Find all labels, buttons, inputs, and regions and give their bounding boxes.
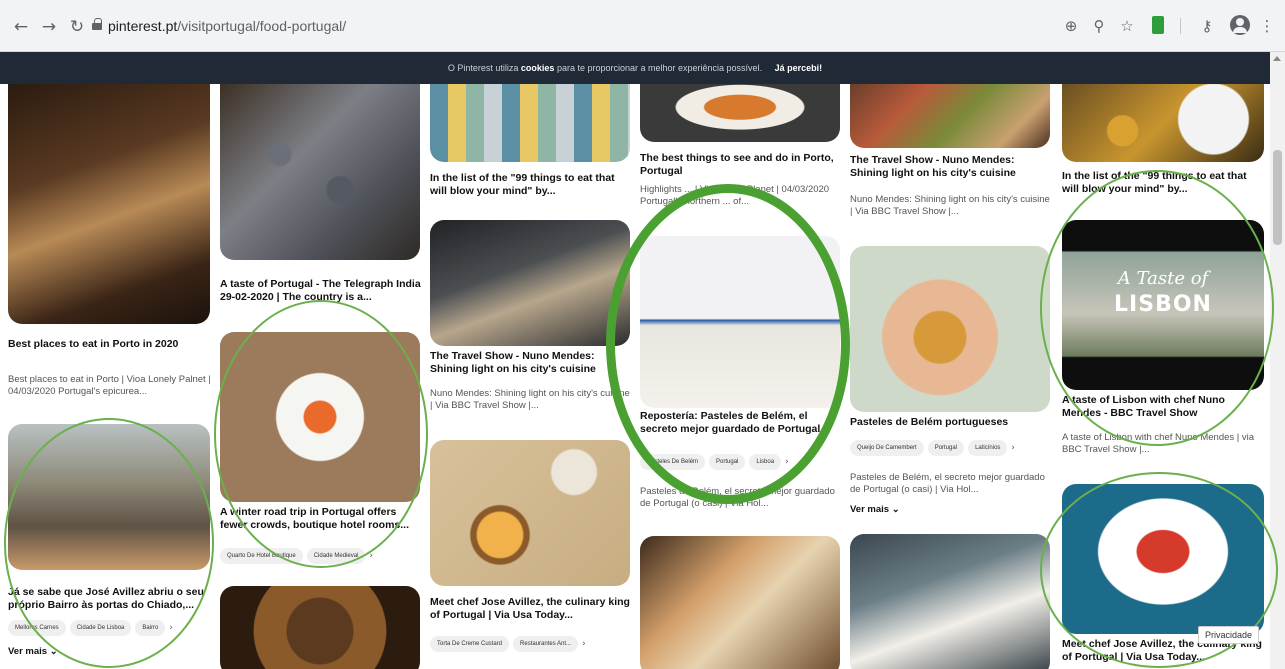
pin-title[interactable]: Já se sabe que José Avillez abriu o seu … [8, 586, 212, 612]
url-path: /visitportugal/food-portugal/ [177, 18, 347, 34]
scrollbar-thumb[interactable] [1273, 150, 1282, 245]
tag[interactable]: Bairro [135, 620, 166, 636]
pin-tags: Pasteles De Belém Portugal Lisboa › [640, 454, 789, 470]
pin-tags: Quarto De Hotel Boutique Cidade Medieval… [220, 548, 373, 564]
lock-icon [92, 18, 102, 30]
cookie-text-before: O Pinterest utiliza [447, 63, 519, 73]
tag[interactable]: Pasteles De Belém [640, 454, 706, 470]
see-more-label: Ver mais [8, 646, 48, 657]
pin-description: Nuno Mendes: Shining light on his city's… [430, 388, 630, 411]
address-bar[interactable]: pinterest.pt/visitportugal/food-portugal… [108, 18, 346, 34]
pin-image-bairro[interactable] [8, 424, 210, 570]
cookie-banner: O Pinterest utiliza cookies para te prop… [0, 52, 1270, 84]
tag[interactable]: Portugal [709, 454, 746, 470]
pin-description: Pasteles de Belém, el secreto mejor guar… [850, 472, 1045, 495]
pin-title[interactable]: In the list of the "99 things to eat tha… [1062, 170, 1266, 196]
pin-feed: Best places to eat in Porto in 2020 Best… [0, 84, 1270, 669]
tag[interactable]: Mellores Carnes [8, 620, 66, 636]
pin-description: Pasteles de Belém, el secreto mejor guar… [640, 486, 835, 509]
privacy-button[interactable]: Privacidade [1198, 626, 1260, 644]
pin-image-plate[interactable] [220, 332, 420, 502]
extension-icon[interactable] [1152, 16, 1164, 34]
zoom-icon[interactable]: ⚲ [1088, 15, 1110, 37]
pin-image-tins[interactable] [430, 84, 630, 162]
pin-image-porto-soup[interactable] [640, 84, 840, 142]
see-more-link[interactable]: Ver mais ⌄ [850, 504, 900, 515]
tag[interactable]: Torta De Creme Custard [430, 636, 510, 652]
menu-dots-icon[interactable]: ⋮ [1256, 15, 1278, 37]
reload-icon[interactable]: ↻ [66, 16, 88, 38]
pin-description: Best places to eat in Porto | Vioa Lonel… [8, 374, 211, 397]
lisbon-overlay-subtitle: LISBON [1114, 292, 1212, 317]
cookie-bold-word[interactable]: cookies [521, 63, 555, 73]
pin-title[interactable]: Best places to eat in Porto in 2020 [8, 338, 212, 351]
pin-image-porto[interactable] [8, 84, 210, 324]
pin-title[interactable]: Pasteles de Belém portugueses [850, 416, 1050, 429]
tag[interactable]: Lisboa [749, 454, 782, 470]
profile-avatar-icon[interactable] [1230, 15, 1250, 35]
pin-image-dish[interactable] [220, 586, 420, 669]
pin-title[interactable]: The Travel Show - Nuno Mendes: Shining l… [430, 350, 634, 376]
scrollbar-track[interactable] [1270, 52, 1285, 669]
see-more-link[interactable]: Ver mais ⌄ [8, 646, 58, 657]
chevron-right-icon[interactable]: › [1011, 443, 1015, 453]
tag[interactable]: Cidade Medieval [306, 548, 366, 564]
pin-title[interactable]: Repostería: Pasteles de Belém, el secret… [640, 410, 844, 436]
pin-title[interactable]: A taste of Lisbon with chef Nuno Mendes … [1062, 394, 1266, 420]
pin-description: A taste of Lisbon with chef Nuno Mendes … [1062, 432, 1255, 455]
pin-image-veg[interactable] [850, 84, 1050, 148]
back-arrow-icon[interactable]: ← [10, 16, 32, 38]
pin-title[interactable]: Meet chef Jose Avillez, the culinary kin… [430, 596, 630, 622]
pin-image-lisbon[interactable]: A Taste of LISBON [1062, 220, 1264, 390]
url-host: pinterest.pt [108, 18, 178, 34]
pin-title[interactable]: In the list of the "99 things to eat tha… [430, 172, 634, 198]
pin-image-table[interactable] [640, 536, 840, 669]
pin-tags: Torta De Creme Custard Restaurantes Ant.… [430, 636, 586, 652]
pin-title[interactable]: The Travel Show - Nuno Mendes: Shining l… [850, 154, 1050, 180]
pin-image-lobster[interactable] [1062, 484, 1264, 634]
pin-tags: Queijo De Camembert Portugal Laticínios … [850, 440, 1015, 456]
cookie-accept-button[interactable]: Já percebi! [775, 63, 823, 73]
tag[interactable]: Cidade De Lisboa [69, 620, 132, 636]
pin-tags: Mellores Carnes Cidade De Lisboa Bairro … [8, 620, 173, 636]
tag[interactable]: Restaurantes Ant... [513, 636, 579, 652]
chevron-right-icon[interactable]: › [369, 551, 373, 561]
see-more-label: Ver mais [850, 504, 890, 515]
pin-title[interactable]: A taste of Portugal - The Telegraph Indi… [220, 278, 424, 304]
tag[interactable]: Portugal [927, 440, 965, 456]
key-icon[interactable]: ⚷ [1196, 15, 1218, 37]
cookie-text-after: para te proporcionar a melhor experiênci… [556, 63, 763, 73]
pin-image-clams[interactable] [220, 84, 420, 260]
pin-image-belem[interactable] [640, 236, 840, 408]
pin-image-jose[interactable] [850, 534, 1050, 669]
browser-toolbar: ← → ↻ pinterest.pt/visitportugal/food-po… [0, 0, 1285, 52]
toolbar-separator [1180, 18, 1181, 34]
install-icon[interactable]: ⊕ [1060, 15, 1082, 37]
chevron-right-icon[interactable]: › [169, 623, 173, 633]
pin-image-nuno[interactable] [430, 220, 630, 346]
bookmark-star-icon[interactable]: ☆ [1116, 15, 1138, 37]
pin-title[interactable]: A winter road trip in Portugal offers fe… [220, 506, 424, 532]
forward-arrow-icon[interactable]: → [38, 16, 60, 38]
pin-title[interactable]: The best things to see and do in Porto, … [640, 152, 840, 178]
scroll-up-arrow-icon[interactable] [1273, 56, 1281, 61]
pin-description: Highlights ... | Via Lonely Planet | 04/… [640, 184, 830, 207]
pin-image-tarte[interactable] [430, 440, 630, 586]
tag[interactable]: Quarto De Hotel Boutique [220, 548, 303, 564]
pin-image-tarts[interactable] [1062, 84, 1264, 162]
tag[interactable]: Queijo De Camembert [850, 440, 924, 456]
lisbon-overlay-title: A Taste of [1117, 268, 1209, 289]
tag[interactable]: Laticínios [968, 440, 1008, 456]
chevron-right-icon[interactable]: › [582, 639, 586, 649]
pin-image-pastel[interactable] [850, 246, 1050, 412]
pin-description: Nuno Mendes: Shining light on his city's… [850, 194, 1050, 217]
chevron-right-icon[interactable]: › [785, 457, 789, 467]
